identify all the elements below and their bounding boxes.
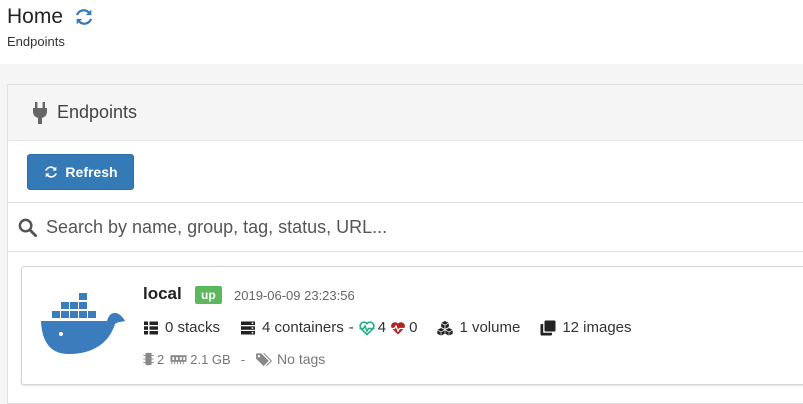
- cpu-count: 2: [157, 351, 165, 367]
- endpoint-card[interactable]: local up 2019-06-09 23:23:56 0 stacks 4 …: [21, 266, 803, 385]
- search-input[interactable]: [46, 216, 746, 238]
- tags-label: No tags: [277, 351, 326, 367]
- toolbar: Refresh: [8, 141, 803, 203]
- plug-icon: [33, 101, 47, 124]
- containers-count: 4 containers: [262, 319, 344, 336]
- page-title-text: Home: [7, 5, 64, 28]
- images-count: 12 images: [562, 319, 632, 336]
- breadcrumb: Endpoints: [7, 34, 65, 49]
- endpoint-meta: 2 2.1 GB - No tags: [143, 351, 325, 367]
- endpoint-name[interactable]: local: [143, 284, 182, 304]
- healthy-count: 4: [377, 319, 387, 336]
- clone-icon: [540, 320, 556, 335]
- server-icon: [241, 321, 256, 334]
- page-title: Home: [7, 5, 95, 29]
- panel-title: Endpoints: [57, 102, 138, 122]
- refresh-button-label: Refresh: [65, 164, 118, 180]
- refresh-icon: [45, 166, 58, 178]
- stat-separator: -: [348, 319, 354, 336]
- search-bar: [8, 203, 803, 252]
- images-stat: 12 images: [540, 319, 632, 336]
- refresh-button[interactable]: Refresh: [27, 154, 134, 190]
- volumes-count: 1 volume: [459, 319, 521, 336]
- meta-separator: -: [240, 351, 246, 367]
- search-icon: [18, 218, 37, 237]
- unhealthy-count: 0: [409, 319, 418, 336]
- stacks-count: 0 stacks: [165, 319, 221, 336]
- heartbeat-icon: [359, 320, 375, 336]
- docker-logo-icon: [41, 293, 125, 354]
- th-list-icon: [144, 321, 158, 334]
- page-header: Home Endpoints: [0, 0, 803, 64]
- refresh-icon[interactable]: [73, 6, 95, 28]
- tags-icon: [256, 352, 273, 366]
- panel-heading: Endpoints: [8, 85, 803, 141]
- endpoint-timestamp: 2019-06-09 23:23:56: [234, 288, 355, 303]
- stacks-stat: 0 stacks: [143, 319, 220, 336]
- heartbeat-icon: [390, 321, 406, 334]
- status-badge: up: [195, 286, 222, 304]
- memory-icon: [170, 355, 187, 365]
- memory-size: 2.1 GB: [190, 351, 231, 367]
- endpoints-panel: Endpoints Refresh Search by name, group,…: [7, 84, 803, 404]
- volumes-stat: 1 volume: [437, 319, 520, 336]
- cpu-icon: [143, 352, 154, 366]
- endpoint-stats: 0 stacks 4 containers - 4 0 1 volume 12 …: [143, 319, 632, 336]
- containers-stat: 4 containers - 4 0: [240, 319, 417, 336]
- cubes-icon: [437, 320, 454, 335]
